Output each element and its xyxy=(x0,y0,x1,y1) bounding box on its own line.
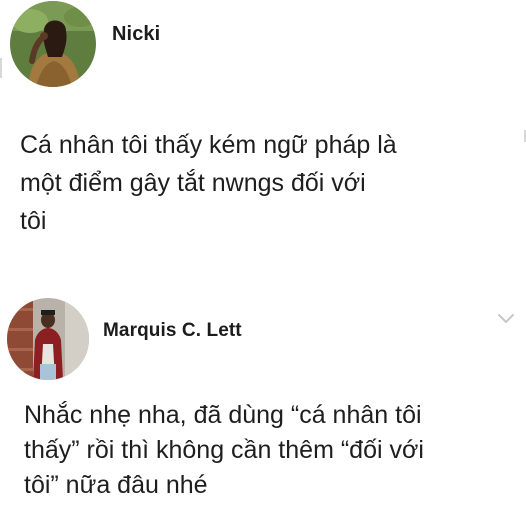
post-text-line: Cá nhân tôi thấy kém ngữ pháp là xyxy=(20,131,397,159)
post-text-line: thấy” rồi thì không cần thêm “đối với xyxy=(24,436,424,464)
post-text: Cá nhân tôi thấy kém ngữ pháp là một điể… xyxy=(20,126,397,240)
avatar-marquis-image xyxy=(7,298,89,380)
avatar-nicki[interactable] xyxy=(10,1,96,87)
avatar-nicki-image xyxy=(10,1,96,87)
post-nicki: Nicki Cá nhân tôi thấy kém ngữ pháp là m… xyxy=(0,0,526,270)
post-text: Nhắc nhẹ nha, đã dùng “cá nhân tôi thấy”… xyxy=(24,398,424,503)
post-text-line: một điểm gây tắt nwngs đối với xyxy=(20,169,366,197)
chevron-down-icon[interactable] xyxy=(496,312,516,326)
post-text-line: Nhắc nhẹ nha, đã dùng “cá nhân tôi xyxy=(24,401,422,429)
author-name[interactable]: Nicki xyxy=(112,23,160,46)
post-marquis: Marquis C. Lett Nhắc nhẹ nha, đã dùng “c… xyxy=(0,290,526,522)
avatar-marquis[interactable] xyxy=(7,298,89,380)
post-text-line: tôi xyxy=(20,207,47,235)
edge-divider xyxy=(0,58,2,78)
author-name[interactable]: Marquis C. Lett xyxy=(103,320,242,342)
post-text-line: tôi” nữa đâu nhé xyxy=(24,471,208,499)
